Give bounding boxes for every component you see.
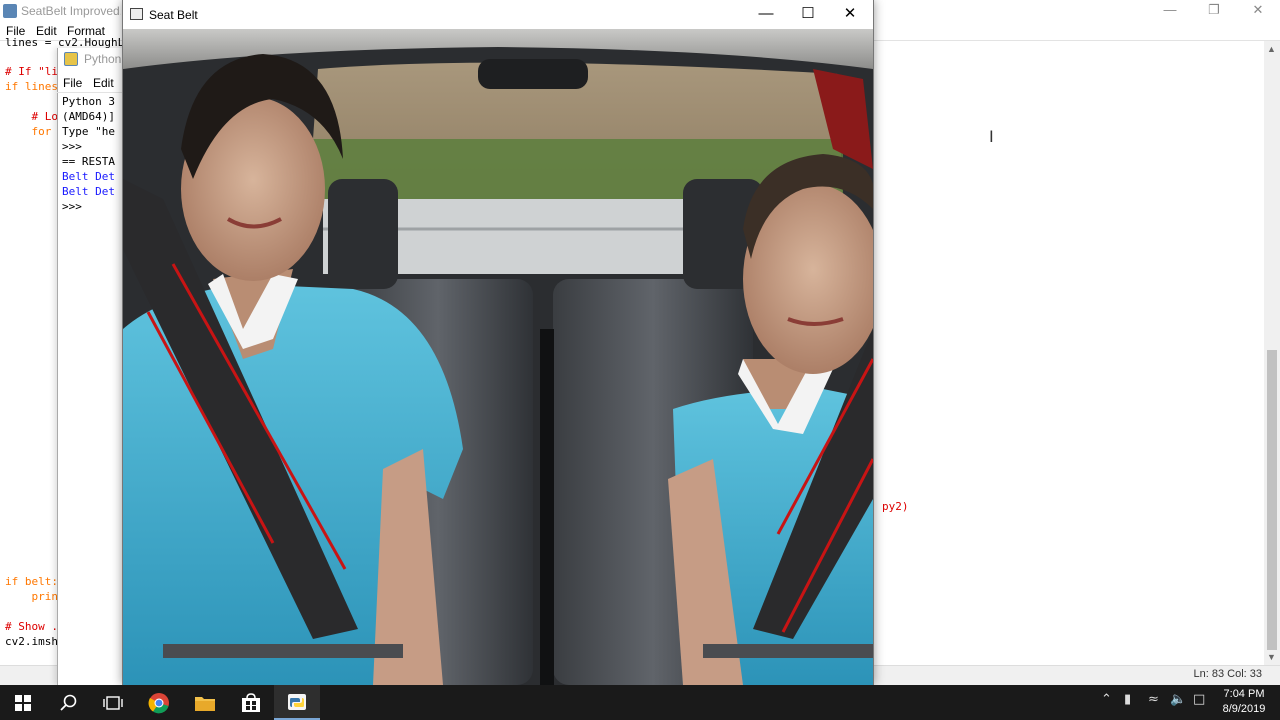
shell-output-line: == RESTA — [62, 155, 115, 168]
seatbelt-window-title: Seat Belt — [149, 8, 198, 22]
wifi-icon[interactable]: ≈ — [1148, 692, 1159, 707]
text-cursor-icon: I — [989, 127, 994, 146]
shell-output-line: (AMD64)] — [62, 110, 115, 123]
file-explorer-icon[interactable] — [182, 685, 228, 720]
maximize-icon[interactable]: ☐ — [788, 4, 828, 24]
minimize-icon[interactable]: — — [1148, 0, 1192, 22]
shell-output-line: Python 3 — [62, 95, 115, 108]
scroll-down-icon[interactable]: ▼ — [1267, 652, 1276, 662]
shell-title: Python — [84, 52, 122, 66]
scroll-up-icon[interactable]: ▲ — [1267, 44, 1276, 54]
shell-menu-file[interactable]: File — [63, 76, 82, 90]
shell-output-line: Belt Det — [62, 170, 115, 183]
task-view-icon[interactable] — [90, 685, 136, 720]
python-file-icon — [3, 4, 17, 18]
windows-start-icon[interactable] — [0, 685, 46, 720]
shell-output-line: Type "he — [62, 125, 115, 138]
close-icon[interactable]: ✕ — [1236, 0, 1280, 22]
scrollbar-thumb[interactable] — [1267, 350, 1277, 650]
shell-prompt[interactable]: >>> — [62, 200, 82, 213]
clock-date[interactable]: 8/9/2019 — [1218, 703, 1270, 715]
minimize-icon[interactable]: — — [746, 4, 786, 24]
shell-output-line: Belt Det — [62, 185, 115, 198]
restore-icon[interactable]: ❐ — [1192, 0, 1236, 22]
shell-prompt: >>> — [62, 140, 82, 153]
cursor-position: Ln: 83 Col: 33 — [1193, 668, 1263, 680]
clock-time[interactable]: 7:04 PM — [1222, 688, 1266, 700]
window-app-icon — [130, 8, 143, 20]
show-hidden-icons-icon[interactable]: ⌃ — [1101, 692, 1112, 707]
close-icon[interactable]: ✕ — [830, 4, 870, 24]
seatbelt-detection-image — [123, 29, 873, 685]
volume-icon[interactable]: 🔈 — [1170, 692, 1186, 707]
code-line[interactable]: if belt: — [5, 575, 58, 588]
shell-menu-edit[interactable]: Edit — [93, 76, 114, 90]
battery-icon[interactable]: ▮ — [1124, 692, 1131, 707]
search-icon[interactable] — [46, 685, 92, 720]
python-shell-icon — [64, 52, 78, 66]
code-fragment[interactable]: py2) — [882, 500, 909, 513]
action-center-icon[interactable]: □ — [1193, 692, 1205, 707]
store-icon[interactable] — [228, 685, 274, 720]
python-idle-icon[interactable] — [274, 685, 320, 720]
chrome-icon[interactable] — [136, 685, 182, 720]
editor-title: SeatBelt Improved.py — [21, 4, 121, 18]
